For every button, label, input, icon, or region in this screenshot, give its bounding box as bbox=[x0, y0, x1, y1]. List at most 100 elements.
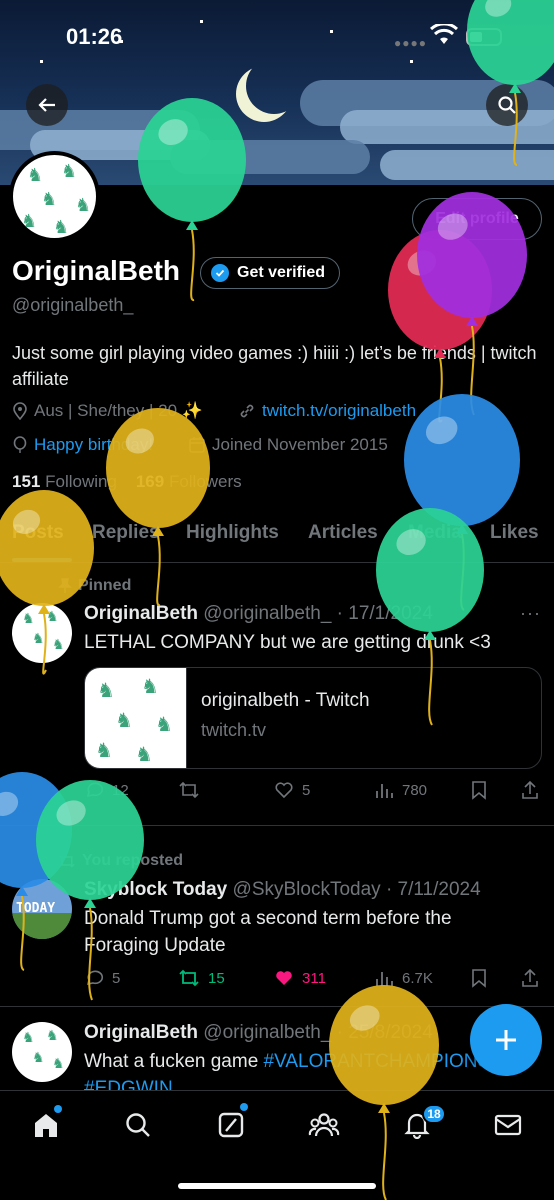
heart-icon bbox=[275, 782, 293, 799]
post-text: What a fucken game #VALORANTCHAMPIONS #E… bbox=[84, 1048, 504, 1090]
profile-birthday: Happy birthday! bbox=[12, 435, 153, 455]
like-button[interactable]: 5 bbox=[274, 780, 310, 800]
back-button[interactable] bbox=[26, 84, 68, 126]
search-icon bbox=[126, 1113, 150, 1137]
tab-media[interactable]: Media bbox=[408, 522, 462, 544]
nav-messages[interactable] bbox=[488, 1107, 528, 1143]
followers-count: 169 bbox=[135, 472, 165, 491]
post-author[interactable]: OriginalBeth bbox=[84, 603, 198, 624]
hashtag-link[interactable]: #VALORANTCHAMPIONS bbox=[264, 1051, 491, 1072]
pin-icon bbox=[58, 578, 72, 593]
followers-link[interactable]: 169 Followers bbox=[136, 472, 242, 491]
search-icon bbox=[498, 96, 516, 114]
repost-button[interactable]: 15 bbox=[178, 968, 225, 988]
more-options-icon[interactable]: ··· bbox=[520, 603, 541, 624]
share-button[interactable] bbox=[520, 780, 540, 800]
post-author[interactable]: Skyblock Today bbox=[84, 879, 227, 900]
profile-location: Aus | She/they | 20 ✨ bbox=[12, 401, 203, 421]
post-author[interactable]: OriginalBeth bbox=[84, 1022, 198, 1043]
joined-text: Joined November 2015 bbox=[212, 435, 388, 454]
tab-posts[interactable]: Posts bbox=[12, 522, 64, 544]
profile-handle: @originalbeth_ bbox=[12, 295, 134, 315]
hashtag-link[interactable]: #EDGWIN bbox=[84, 1078, 173, 1090]
pinned-text: Pinned bbox=[78, 577, 132, 594]
following-link[interactable]: 151 Following bbox=[12, 472, 117, 491]
dino-pattern-image: ♞ ♞ ♞ ♞ ♞ ♞ bbox=[13, 155, 96, 238]
compose-post-button[interactable] bbox=[470, 1004, 542, 1076]
profile-bio: Just some girl playing video games :) hi… bbox=[12, 343, 537, 389]
card-thumbnail: ♞ ♞ ♞ ♞ ♞ ♞ bbox=[85, 668, 187, 768]
profile-tabs: Posts Replies Highlights Articles Media … bbox=[0, 505, 554, 563]
location-text: Aus | She/they | 20 ✨ bbox=[34, 401, 203, 420]
home-indicator[interactable] bbox=[178, 1183, 376, 1189]
bookmark-button[interactable] bbox=[470, 968, 488, 988]
repost-button[interactable] bbox=[178, 780, 208, 800]
view-count: 780 bbox=[402, 781, 428, 799]
pinned-label: Pinned bbox=[58, 577, 131, 595]
repost-count: 15 bbox=[208, 969, 225, 987]
post-avatar[interactable]: ♞ ♞ ♞ ♞ bbox=[12, 1022, 72, 1082]
post-actions: 12 5 780 bbox=[84, 780, 544, 806]
bookmark-icon bbox=[472, 781, 486, 800]
tab-highlights[interactable]: Highlights bbox=[186, 522, 279, 544]
post-avatar[interactable]: TODAY bbox=[12, 879, 72, 939]
post-text: Donald Trump got a second term before th… bbox=[84, 908, 452, 956]
post-header: Skyblock Today @SkyBlockToday · 7/11/202… bbox=[84, 879, 481, 901]
website-link[interactable]: twitch.tv/originalbeth bbox=[262, 401, 416, 421]
edit-profile-button[interactable]: Edit profile bbox=[412, 198, 542, 240]
post-meta: @SkyBlockToday · 7/11/2024 bbox=[232, 879, 481, 900]
reposted-text: You reposted bbox=[82, 852, 184, 869]
views-button[interactable]: 6.7K bbox=[374, 968, 433, 988]
post-text-plain: What a fucken game bbox=[84, 1051, 264, 1072]
bookmark-button[interactable] bbox=[470, 780, 488, 800]
profile-avatar[interactable]: ♞ ♞ ♞ ♞ ♞ ♞ bbox=[9, 151, 100, 242]
repost-small-icon bbox=[59, 854, 75, 868]
notifications-badge: 18 bbox=[422, 1104, 446, 1124]
like-count: 5 bbox=[302, 781, 311, 799]
profile-website[interactable]: twitch.tv/originalbeth bbox=[238, 401, 416, 421]
followers-label: Followers bbox=[168, 472, 242, 491]
verified-badge-icon bbox=[211, 264, 229, 282]
card-url: twitch.tv bbox=[201, 720, 267, 740]
search-button[interactable] bbox=[486, 84, 528, 126]
following-label: Following bbox=[45, 472, 117, 491]
reply-button[interactable]: 12 bbox=[84, 780, 129, 800]
tab-replies[interactable]: Replies bbox=[92, 522, 160, 544]
reply-button[interactable]: 5 bbox=[84, 968, 120, 988]
active-tab-indicator bbox=[12, 558, 72, 562]
grok-icon bbox=[218, 1112, 244, 1138]
views-icon bbox=[376, 972, 393, 986]
home-icon bbox=[35, 1114, 57, 1137]
balloon bbox=[388, 230, 492, 423]
share-button[interactable] bbox=[520, 968, 540, 988]
cloud bbox=[380, 150, 554, 180]
link-card[interactable]: ♞ ♞ ♞ ♞ ♞ ♞ originalbeth - Twitch twitch… bbox=[84, 667, 542, 769]
cloud bbox=[170, 140, 370, 174]
post-meta: @originalbeth_ · 17/1/2024 bbox=[203, 603, 433, 624]
repost-icon bbox=[179, 781, 199, 799]
post-text: LETHAL COMPANY but we are getting drunk … bbox=[84, 632, 491, 653]
post-meta: @originalbeth_ · 25/8/2024 bbox=[203, 1022, 433, 1043]
arrow-left-icon bbox=[38, 98, 55, 112]
nav-grok[interactable] bbox=[211, 1107, 251, 1143]
nav-communities[interactable] bbox=[304, 1107, 344, 1143]
views-button[interactable]: 780 bbox=[374, 780, 427, 800]
like-count: 311 bbox=[302, 969, 326, 987]
get-verified-button[interactable]: Get verified bbox=[200, 257, 341, 289]
post-avatar[interactable]: ♞ ♞ ♞ ♞ bbox=[12, 603, 72, 663]
location-pin-icon bbox=[13, 402, 27, 420]
like-button[interactable]: 311 bbox=[274, 968, 326, 988]
reply-icon bbox=[86, 970, 104, 986]
get-verified-label: Get verified bbox=[237, 264, 326, 281]
reply-count: 5 bbox=[112, 969, 121, 987]
tab-articles[interactable]: Articles bbox=[308, 522, 378, 544]
reply-count: 12 bbox=[112, 781, 129, 799]
tab-likes[interactable]: Likes bbox=[490, 522, 539, 544]
share-icon bbox=[522, 780, 538, 799]
bookmark-icon bbox=[472, 969, 486, 988]
avatar-text: TODAY bbox=[16, 901, 56, 916]
share-icon bbox=[522, 968, 538, 987]
link-icon bbox=[240, 404, 254, 418]
post-header: OriginalBeth @originalbeth_ · 17/1/2024 bbox=[84, 603, 433, 625]
nav-explore[interactable] bbox=[118, 1107, 158, 1143]
